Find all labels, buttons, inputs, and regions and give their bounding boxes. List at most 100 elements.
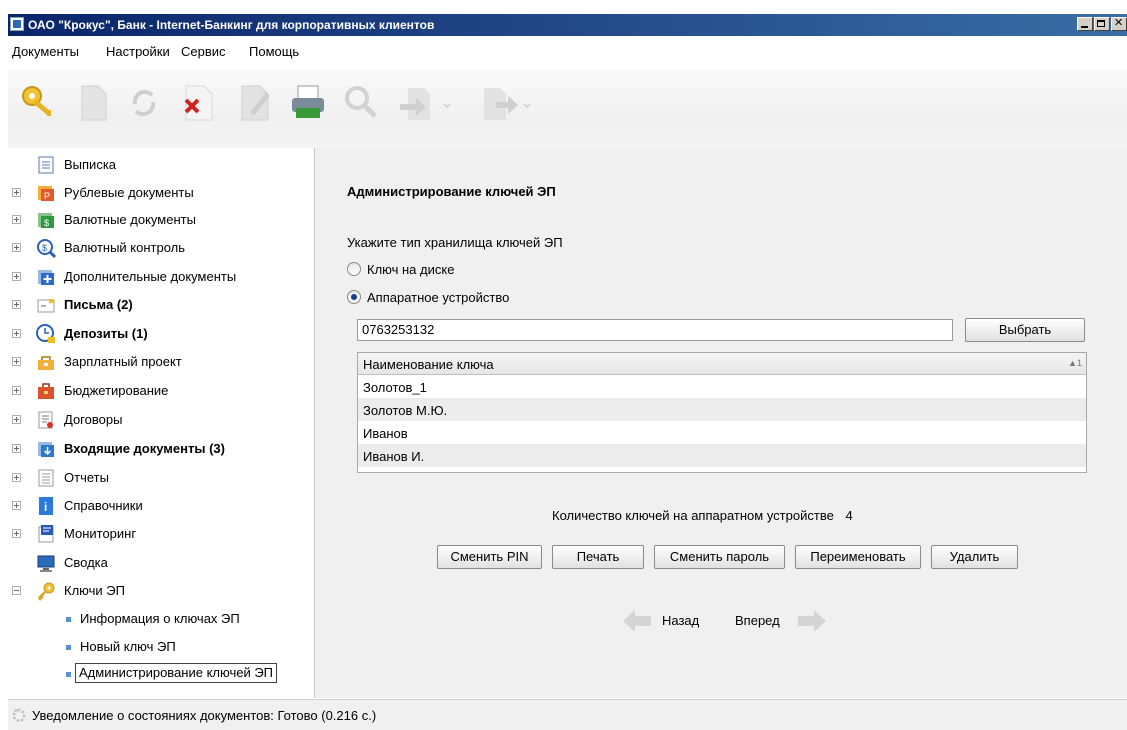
reports-icon <box>38 469 54 487</box>
loading-spinner-icon <box>12 708 26 722</box>
tree-item-label: Депозиты (1) <box>64 326 148 341</box>
tree-item-label: Валютный контроль <box>64 240 186 255</box>
tree-subitem-new-key[interactable]: Новый ключ ЭП <box>8 636 314 658</box>
keys-icon[interactable] <box>18 82 62 122</box>
radio-device-label: Аппаратное устройство <box>367 290 510 305</box>
send-icon[interactable] <box>478 82 538 122</box>
table-row[interactable]: Иванов <box>358 421 1086 444</box>
table-row[interactable]: Иванов И. <box>358 444 1086 467</box>
table-row[interactable]: Золотов_1 <box>358 375 1086 398</box>
change-pin-button[interactable]: Сменить PIN <box>437 545 542 569</box>
delete-icon[interactable] <box>178 82 218 122</box>
page-title: Администрирование ключей ЭП <box>347 184 556 199</box>
expand-icon[interactable] <box>12 357 21 366</box>
monitoring-icon <box>38 525 54 543</box>
menu-settings[interactable]: Настройки <box>106 44 170 59</box>
expand-icon[interactable] <box>12 243 21 252</box>
additional-docs-icon <box>38 270 54 285</box>
expand-icon[interactable] <box>12 529 21 538</box>
expand-icon[interactable] <box>12 272 21 281</box>
table-header[interactable]: Наименование ключа ▲1 <box>358 353 1086 375</box>
tree-item-additional-docs[interactable]: Дополнительные документы <box>8 266 314 288</box>
maximize-button[interactable] <box>1094 17 1110 31</box>
radio-disk-label: Ключ на диске <box>367 262 455 277</box>
status-bar: Уведомление о состояниях документов: Гот… <box>8 699 1127 730</box>
tree-item-letters[interactable]: Письма (2) <box>8 294 314 316</box>
tree-item-label: Ключи ЭП <box>64 583 125 598</box>
content-panel: Администрирование ключей ЭП Укажите тип … <box>315 148 1127 698</box>
arrow-right-icon <box>798 610 826 632</box>
key-name-cell: Иванов И. <box>363 449 425 464</box>
svg-text:P: P <box>44 191 50 201</box>
refresh-icon[interactable] <box>126 82 162 122</box>
tree-item-deposits[interactable]: Депозиты (1) <box>8 323 314 345</box>
search-icon[interactable] <box>341 82 381 122</box>
expand-icon[interactable] <box>12 415 21 424</box>
document-icon[interactable] <box>76 82 112 122</box>
close-button[interactable] <box>1111 16 1127 31</box>
menu-bar: Документы Настройки Сервис Помощь <box>8 36 1127 71</box>
collapse-icon[interactable] <box>12 586 21 595</box>
tree-subitem-key-info[interactable]: Информация о ключах ЭП <box>8 608 314 630</box>
keys-table: Наименование ключа ▲1 Золотов_1 Золотов … <box>357 352 1087 473</box>
forward-button[interactable]: Вперед <box>735 606 835 636</box>
tree-item-salary[interactable]: Зарплатный проект <box>8 351 314 373</box>
tree-item-label: Письма (2) <box>64 297 133 312</box>
svg-text:$: $ <box>44 218 49 228</box>
currency-control-icon: $ <box>37 239 56 258</box>
tree-item-keys[interactable]: Ключи ЭП <box>8 580 314 602</box>
expand-icon[interactable] <box>12 215 21 224</box>
expand-icon[interactable] <box>12 444 21 453</box>
tree-item-reports[interactable]: Отчеты <box>8 467 314 489</box>
tree-item-monitoring[interactable]: Мониторинг <box>8 523 314 545</box>
edit-icon[interactable] <box>236 82 276 122</box>
tree-item-incoming-docs[interactable]: Входящие документы (3) <box>8 438 314 460</box>
expand-icon[interactable] <box>12 188 21 197</box>
table-row[interactable]: Золотов М.Ю. <box>358 398 1086 421</box>
bullet-icon <box>66 617 71 622</box>
tree-item-label: Выписка <box>64 157 117 172</box>
minimize-button[interactable] <box>1077 17 1093 31</box>
tree-item-currency-docs[interactable]: $ Валютные документы <box>8 209 314 231</box>
summary-icon <box>37 555 55 572</box>
expand-icon[interactable] <box>12 501 21 510</box>
radio-device[interactable] <box>347 290 361 304</box>
key-icon <box>38 582 55 601</box>
tree-item-statement[interactable]: Выписка <box>8 154 314 176</box>
device-number-field[interactable]: 0763253132 <box>357 319 953 341</box>
select-button[interactable]: Выбрать <box>965 318 1085 342</box>
back-button[interactable]: Назад <box>622 606 712 636</box>
expand-icon[interactable] <box>12 329 21 338</box>
change-password-button[interactable]: Сменить пароль <box>654 545 785 569</box>
tree-item-references[interactable]: i Справочники <box>8 495 314 517</box>
print-icon[interactable] <box>288 82 328 122</box>
storage-type-prompt: Укажите тип хранилища ключей ЭП <box>347 235 563 250</box>
tree-item-summary[interactable]: Сводка <box>8 552 314 574</box>
tree-item-currency-control[interactable]: $ Валютный контроль <box>8 237 314 259</box>
tree-subitem-key-admin[interactable]: Администрирование ключей ЭП <box>8 663 314 685</box>
menu-service[interactable]: Сервис <box>181 44 226 59</box>
expand-icon[interactable] <box>12 300 21 309</box>
tree-subitem-label: Информация о ключах ЭП <box>80 611 240 626</box>
key-name-cell: Золотов М.Ю. <box>363 403 448 418</box>
sort-indicator: ▲1 <box>1068 358 1082 368</box>
tree-item-contracts[interactable]: Договоры <box>8 409 314 431</box>
radio-disk[interactable] <box>347 262 361 276</box>
menu-help[interactable]: Помощь <box>249 44 299 59</box>
expand-icon[interactable] <box>12 473 21 482</box>
print-button[interactable]: Печать <box>552 545 644 569</box>
status-text: Уведомление о состояниях документов: Гот… <box>32 708 377 723</box>
arrow-left-icon <box>623 610 651 632</box>
tree-item-label: Входящие документы (3) <box>64 441 225 456</box>
window-title-bar: ОАО "Крокус", Банк - Internet-Банкинг дл… <box>8 14 1127 36</box>
bullet-icon <box>66 645 71 650</box>
export-icon[interactable] <box>398 82 458 122</box>
salary-icon <box>38 356 54 370</box>
rename-button[interactable]: Переименовать <box>795 545 921 569</box>
tree-item-budget[interactable]: Бюджетирование <box>8 380 314 402</box>
tree-item-ruble-docs[interactable]: P Рублевые документы <box>8 182 314 204</box>
menu-documents[interactable]: Документы <box>12 44 79 59</box>
delete-button[interactable]: Удалить <box>931 545 1018 569</box>
incoming-docs-icon <box>38 442 54 457</box>
expand-icon[interactable] <box>12 386 21 395</box>
